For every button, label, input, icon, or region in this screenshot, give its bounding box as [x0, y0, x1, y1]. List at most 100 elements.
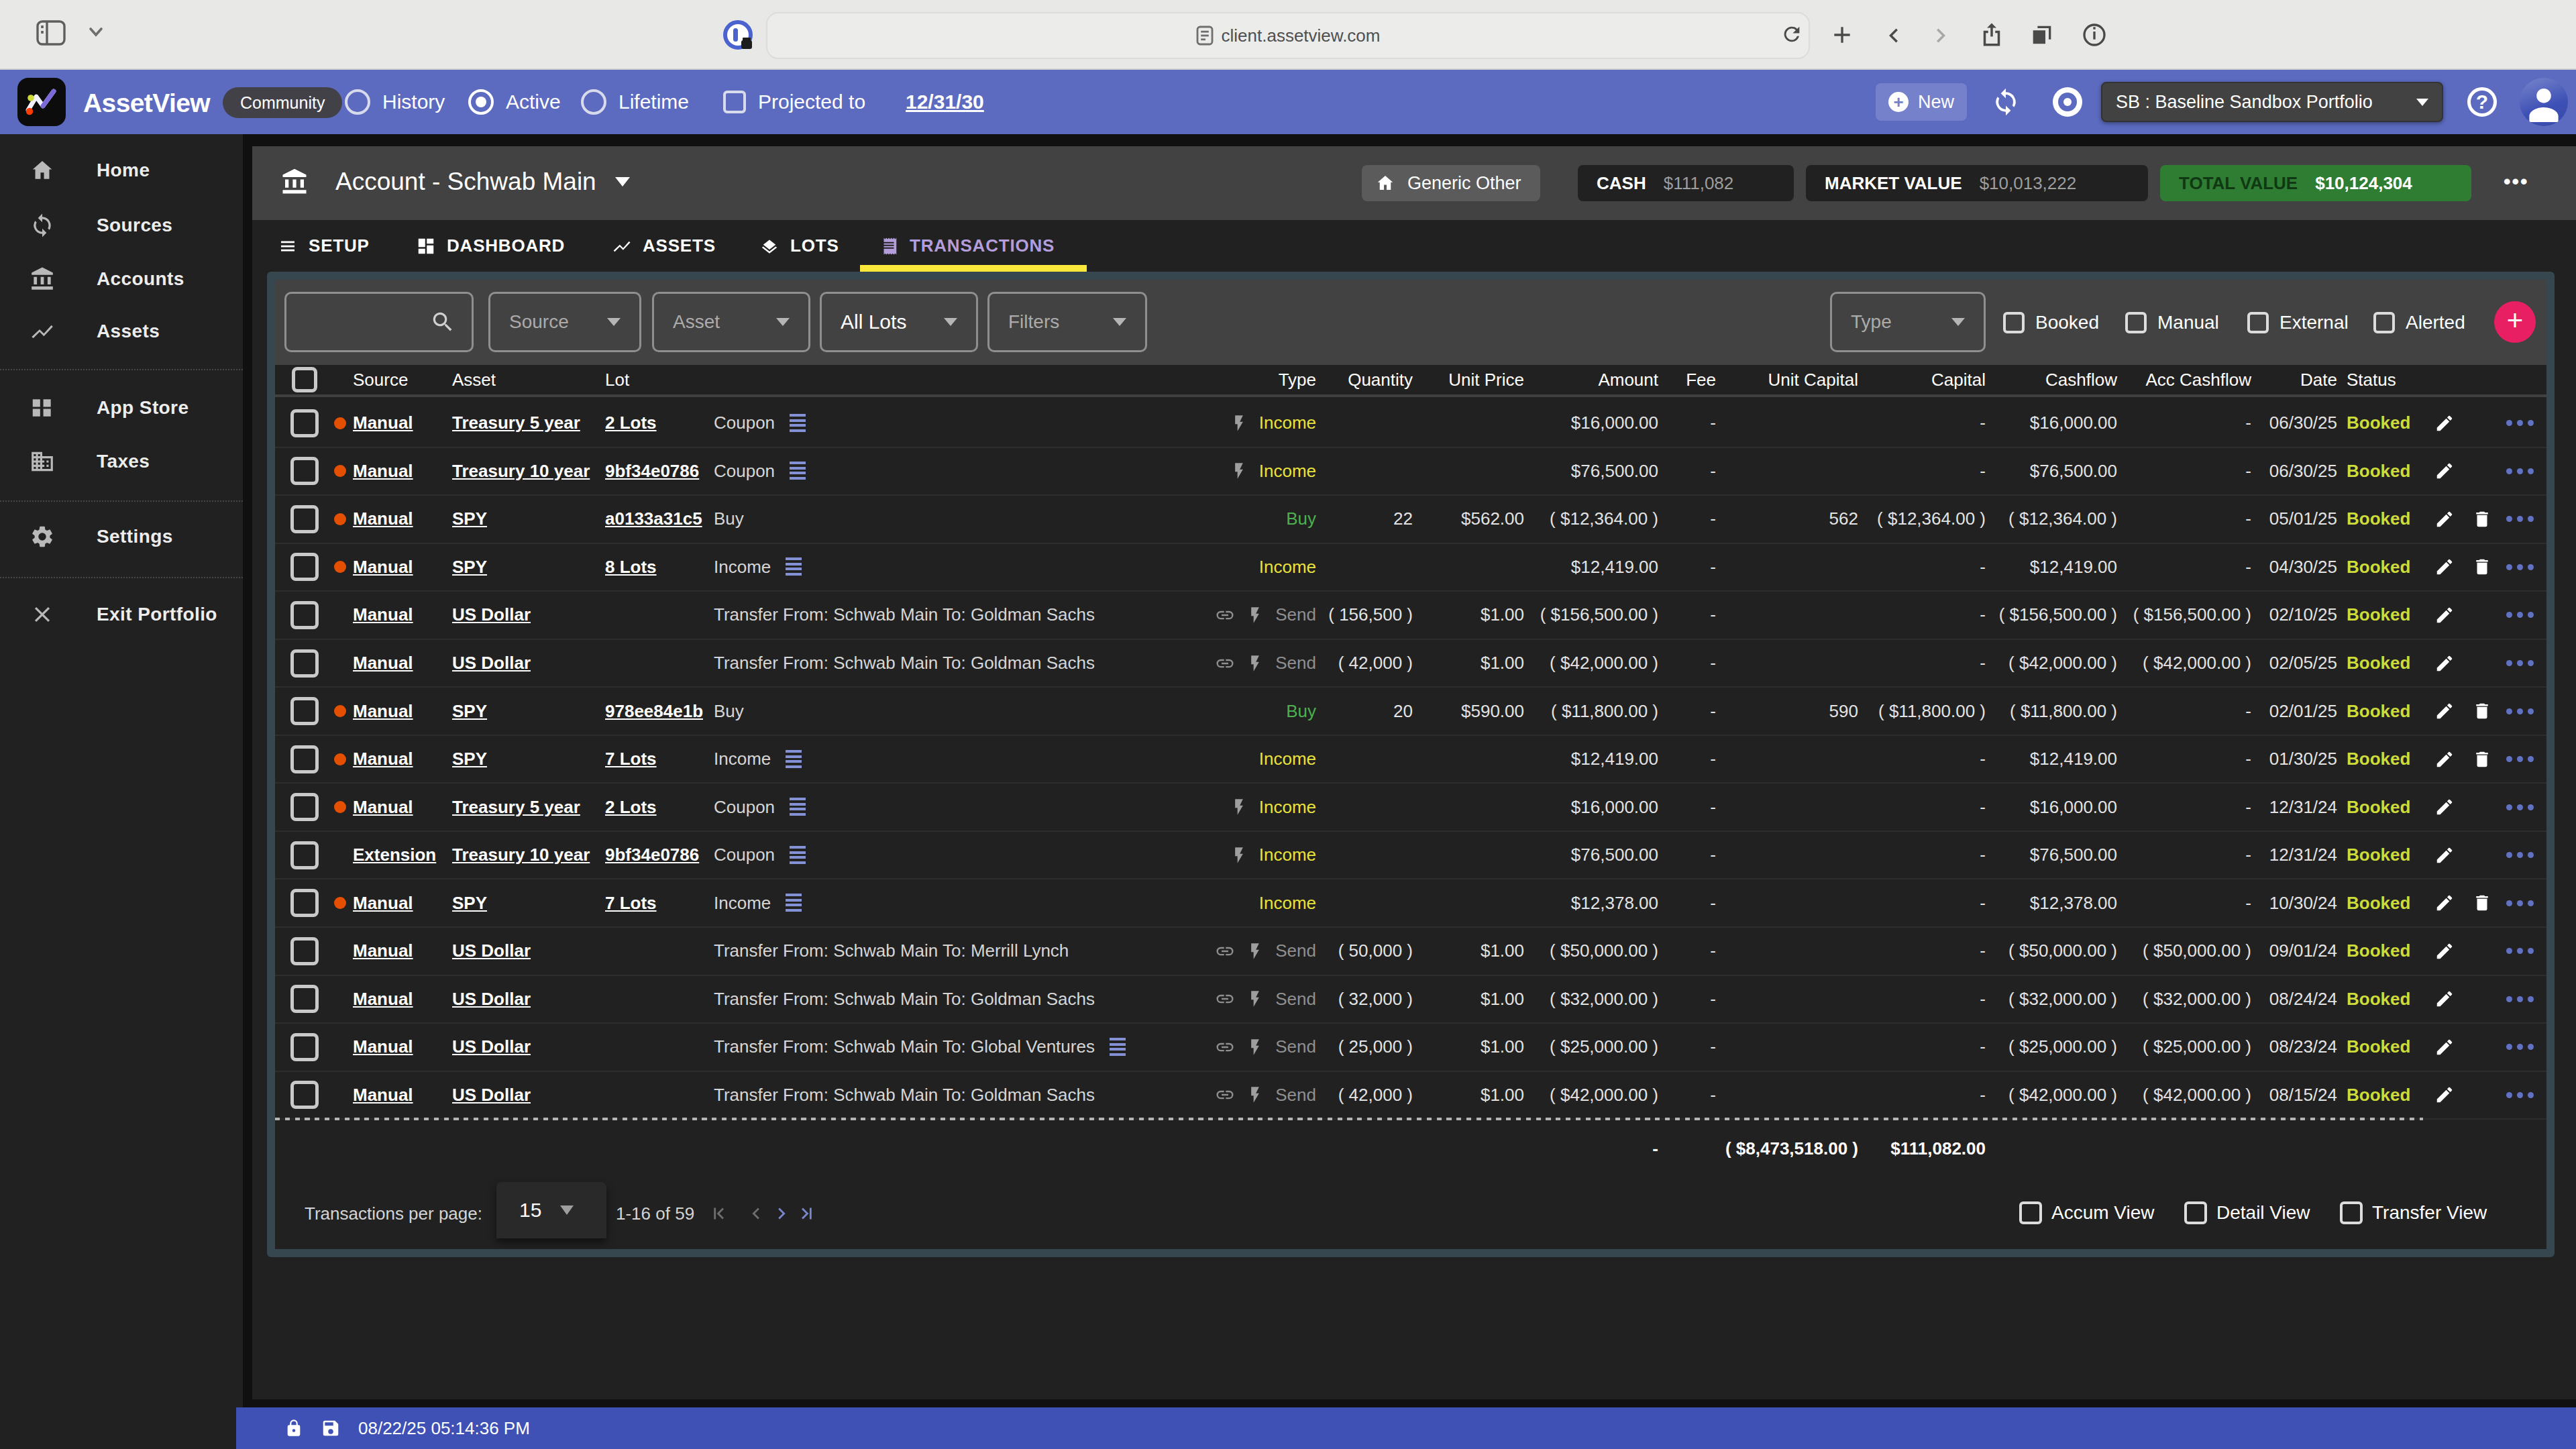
tab-assets[interactable]: ASSETS [612, 220, 716, 272]
tab-dashboard[interactable]: DASHBOARD [416, 220, 565, 272]
visibility-icon[interactable] [2053, 87, 2082, 117]
row-more-icon[interactable] [2501, 1092, 2538, 1098]
back-icon[interactable] [1880, 21, 1908, 50]
add-transaction-button[interactable]: + [2494, 301, 2536, 343]
edit-icon[interactable] [2426, 845, 2463, 865]
row-more-icon[interactable] [2501, 996, 2538, 1002]
row-more-icon[interactable] [2501, 660, 2538, 666]
lot-link[interactable]: 9bf34e0786 [605, 461, 699, 481]
col-header-status[interactable]: Status [2337, 370, 2415, 390]
sync-icon[interactable] [1991, 87, 2021, 117]
lot-list-icon[interactable] [790, 798, 806, 816]
row-more-icon[interactable] [2501, 468, 2538, 474]
tab-lots[interactable]: LOTS [759, 220, 839, 272]
row-more-icon[interactable] [2501, 948, 2538, 954]
help-icon[interactable]: ? [2467, 87, 2497, 117]
source-link[interactable]: Manual [353, 461, 413, 481]
row-more-icon[interactable] [2501, 756, 2538, 762]
delete-icon[interactable] [2463, 509, 2501, 529]
lot-list-icon[interactable] [790, 462, 806, 480]
asset-link[interactable]: US Dollar [452, 1085, 531, 1105]
row-more-icon[interactable] [2501, 420, 2538, 426]
source-link[interactable]: Manual [353, 557, 413, 577]
row-more-icon[interactable] [2501, 708, 2538, 714]
sidebar-item-taxes[interactable]: Taxes [0, 435, 243, 488]
sidebar-item-exit-portfolio[interactable]: Exit Portfolio [0, 588, 243, 641]
row-checkbox[interactable] [290, 841, 319, 869]
last-page-icon[interactable] [792, 1202, 814, 1225]
source-link[interactable]: Manual [353, 749, 413, 769]
row-more-icon[interactable] [2501, 612, 2538, 618]
col-header-acc-cashflow[interactable]: Acc Cashflow [2117, 370, 2251, 390]
asset-link[interactable]: US Dollar [452, 941, 531, 961]
row-checkbox[interactable] [290, 889, 319, 917]
source-link[interactable]: Manual [353, 1085, 413, 1105]
view-checkbox-detail-view[interactable]: Detail View [2184, 1177, 2310, 1249]
col-header-unit-price[interactable]: Unit Price [1413, 370, 1524, 390]
row-more-icon[interactable] [2501, 804, 2538, 810]
col-header-fee[interactable]: Fee [1658, 370, 1716, 390]
filter-dropdown-type[interactable]: Type [1830, 292, 1986, 352]
source-link[interactable]: Manual [353, 413, 413, 433]
asset-link[interactable]: Treasury 5 year [452, 413, 580, 433]
asset-link[interactable]: US Dollar [452, 1036, 531, 1057]
edit-icon[interactable] [2426, 701, 2463, 721]
tabs-icon[interactable] [2029, 21, 2055, 48]
lot-list-icon[interactable] [786, 894, 802, 912]
asset-link[interactable]: SPY [452, 893, 487, 913]
edit-icon[interactable] [2426, 893, 2463, 913]
edit-icon[interactable] [2426, 605, 2463, 625]
reload-icon[interactable] [1780, 23, 1803, 46]
filter-dropdown-source[interactable]: Source [488, 292, 641, 352]
lot-link[interactable]: 9bf34e0786 [605, 845, 699, 865]
edit-icon[interactable] [2426, 653, 2463, 674]
browser-sidebar-chevron-icon[interactable] [89, 27, 103, 38]
url-field[interactable]: client.assetview.com [766, 12, 1810, 59]
col-header-unit-capital[interactable]: Unit Capital [1716, 370, 1858, 390]
source-link[interactable]: Manual [353, 797, 413, 817]
time-filter-radio-history[interactable]: History [345, 70, 445, 134]
browser-sidebar-icon[interactable] [36, 20, 66, 46]
filter-dropdown-filters[interactable]: Filters [987, 292, 1147, 352]
asset-link[interactable]: Treasury 10 year [452, 461, 590, 481]
source-link[interactable]: Manual [353, 941, 413, 961]
source-link[interactable]: Manual [353, 1036, 413, 1057]
asset-link[interactable]: SPY [452, 749, 487, 769]
lot-list-icon[interactable] [786, 750, 802, 769]
row-checkbox[interactable] [290, 457, 319, 485]
sidebar-item-home[interactable]: Home [0, 144, 243, 197]
filter-dropdown-asset[interactable]: Asset [652, 292, 810, 352]
lot-link[interactable]: 2 Lots [605, 797, 657, 817]
col-header-capital[interactable]: Capital [1858, 370, 1986, 390]
new-button[interactable]: + New [1876, 83, 1967, 121]
account-title[interactable]: Account - Schwab Main [335, 168, 630, 196]
col-header-amount[interactable]: Amount [1524, 370, 1658, 390]
lot-link[interactable]: a0133a31c5 [605, 508, 702, 529]
asset-link[interactable]: Treasury 5 year [452, 797, 580, 817]
app-logo[interactable] [17, 78, 66, 126]
row-more-icon[interactable] [2501, 564, 2538, 570]
delete-icon[interactable] [2463, 749, 2501, 769]
delete-icon[interactable] [2463, 557, 2501, 577]
edit-icon[interactable] [2426, 461, 2463, 481]
edit-icon[interactable] [2426, 989, 2463, 1009]
col-header-quantity[interactable]: Quantity [1316, 370, 1413, 390]
per-page-select[interactable]: 15 [496, 1182, 606, 1238]
row-checkbox[interactable] [290, 745, 319, 773]
filter-checkbox-external[interactable]: External [2247, 280, 2349, 365]
source-link[interactable]: Manual [353, 653, 413, 673]
row-checkbox[interactable] [290, 1081, 319, 1109]
prev-page-icon[interactable] [745, 1202, 767, 1225]
edit-icon[interactable] [2426, 797, 2463, 817]
sidebar-item-app-store[interactable]: App Store [0, 381, 243, 435]
lot-list-icon[interactable] [790, 414, 806, 433]
edit-icon[interactable] [2426, 749, 2463, 769]
edit-icon[interactable] [2426, 1085, 2463, 1105]
asset-link[interactable]: US Dollar [452, 604, 531, 625]
source-link[interactable]: Manual [353, 989, 413, 1009]
delete-icon[interactable] [2463, 893, 2501, 913]
source-link[interactable]: Extension [353, 845, 436, 865]
lot-link[interactable]: 7 Lots [605, 749, 657, 769]
lot-link[interactable]: 2 Lots [605, 413, 657, 433]
site-profile-icon[interactable] [723, 20, 753, 50]
